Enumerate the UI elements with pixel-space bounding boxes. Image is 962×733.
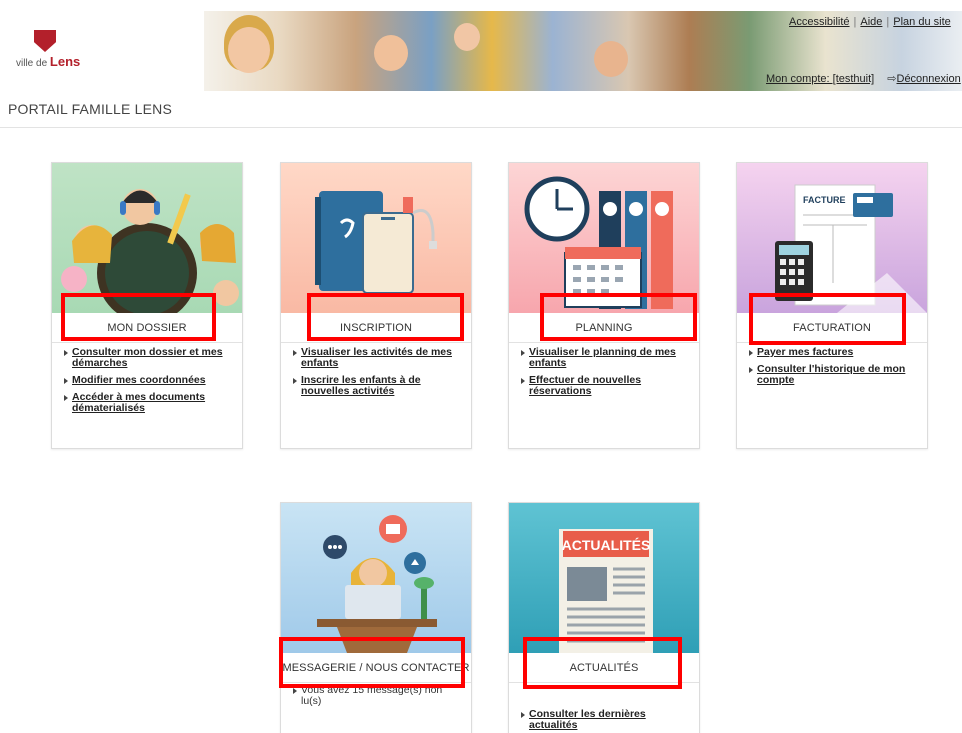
help-link[interactable]: Aide [860,16,882,28]
child-face-shape [228,27,270,73]
card-messagerie: MESSAGERIE / NOUS CONTACTER Vous avez 15… [280,502,472,733]
list-item: Visualiser le planning de mes enfants [521,347,691,369]
header-divider [0,127,962,128]
mon-dossier-links: Consulter mon dossier et mes démarches M… [64,347,234,420]
highlight-box-actualites [523,637,682,689]
mon-dossier-illustration[interactable] [52,163,242,313]
sitemap-link[interactable]: Plan du site [893,16,950,28]
lens-shield-icon [34,30,56,52]
account-history-link[interactable]: Consulter l'historique de mon compte [757,363,905,386]
card-actualites: ACTUALITÉS ACTUALITÉS Consulter les dern… [508,502,700,733]
list-item: Consulter les dernières actualités [521,709,691,731]
toddler-face-shape [374,35,408,71]
latest-news-link[interactable]: Consulter les dernières actualités [529,708,646,731]
list-item: Consulter l'historique de mon compte [749,364,919,386]
clock-calendar-binders-icon [524,176,673,309]
logo-name: Lens [49,54,81,69]
modify-coordinates-link[interactable]: Modifier mes coordonnées [72,374,206,386]
list-item: Modifier mes coordonnées [64,375,234,386]
inscription-links: Visualiser les activités de mes enfants … [293,347,463,403]
messagerie-illustration[interactable] [281,503,471,653]
list-item: Visualiser les activités de mes enfants [293,347,463,369]
invoice-calculator-icon: FACTURE [775,184,927,313]
highlight-box-messagerie [279,637,465,688]
planning-illustration[interactable] [509,163,699,313]
account-bar: Mon compte: [testhuit] ⇨Déconnexion [766,72,961,85]
newspaper-icon: ACTUALITÉS [559,529,653,653]
list-item: Payer mes factures [749,347,919,358]
student-face-shape [594,41,628,77]
facturation-illustration[interactable]: FACTURE [737,163,927,313]
utility-links: Accessibilité | Aide | Plan du site [789,16,951,28]
inscription-illustration[interactable] [281,163,471,313]
documents-link[interactable]: Accéder à mes documents dématerialisés [72,391,205,414]
header: ville de Lens Accessibilité | Aide | Plan du… [0,0,962,95]
planning-links: Visualiser le planning de mes enfants Ef… [521,347,691,403]
actualites-illustration[interactable]: ACTUALITÉS [509,503,699,653]
baby-face-shape [454,23,480,51]
list-item: Effectuer de nouvelles réservations [521,375,691,397]
new-reservations-link[interactable]: Effectuer de nouvelles réservations [529,374,641,397]
list-item: Consulter mon dossier et mes démarches [64,347,234,369]
unread-messages-info: Vous avez 15 message(s) non lu(s) [293,685,463,707]
list-item: Inscrire les enfants à de nouvelles acti… [293,375,463,397]
actualites-masthead-text: ACTUALITÉS [562,537,651,553]
logo-prefix: ville de [16,58,48,69]
accessibility-link[interactable]: Accessibilité [789,16,850,28]
actualites-links: Consulter les dernières actualités [521,709,691,733]
messagerie-info: Vous avez 15 message(s) non lu(s) [293,685,463,713]
pay-invoices-link[interactable]: Payer mes factures [757,346,853,358]
highlight-box-inscription [307,293,464,341]
contact-desk-icon [317,515,437,653]
consult-dossier-link[interactable]: Consulter mon dossier et mes démarches [72,346,223,369]
facturation-links: Payer mes factures Consulter l'historiqu… [749,347,919,392]
highlight-box-mon-dossier [61,293,216,341]
portal-title: PORTAIL FAMILLE LENS [8,101,173,117]
view-planning-link[interactable]: Visualiser le planning de mes enfants [529,346,676,369]
notebook-tablet-icon [315,191,437,294]
highlight-box-planning [540,293,697,341]
children-blackboard-icon [61,189,239,313]
list-item: Accéder à mes documents dématerialisés [64,392,234,414]
ville-de-lens-logo[interactable]: ville de Lens [16,30,80,70]
my-account-link[interactable]: Mon compte: [testhuit] [766,73,874,85]
logout-link[interactable]: Déconnexion [897,73,961,85]
logout-icon: ⇨ [887,73,897,85]
facture-text: FACTURE [803,195,846,205]
highlight-box-facturation [749,293,906,345]
view-activities-link[interactable]: Visualiser les activités de mes enfants [301,346,452,369]
enroll-children-link[interactable]: Inscrire les enfants à de nouvelles acti… [301,374,421,397]
